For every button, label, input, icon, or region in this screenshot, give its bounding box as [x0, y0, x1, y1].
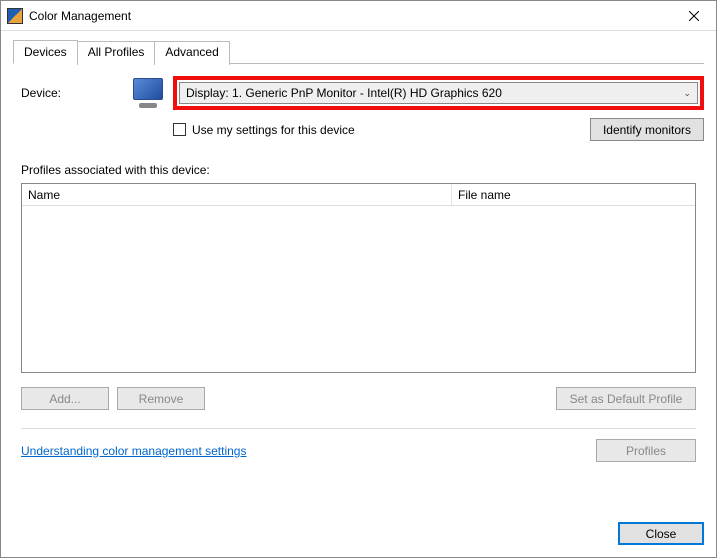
tab-advanced[interactable]: Advanced: [154, 41, 229, 65]
close-button-label: Close: [646, 527, 677, 541]
tab-all-profiles-label: All Profiles: [88, 45, 145, 59]
set-default-profile-button[interactable]: Set as Default Profile: [556, 387, 696, 410]
column-filename[interactable]: File name: [452, 188, 695, 202]
understanding-link-label: Understanding color management settings: [21, 444, 246, 458]
remove-button[interactable]: Remove: [117, 387, 205, 410]
dialog-footer: Close: [1, 510, 716, 557]
app-icon: [7, 8, 23, 24]
color-management-window: Color Management Devices All Profiles Ad…: [0, 0, 717, 558]
dialog-body: Devices All Profiles Advanced Device: Di…: [1, 31, 716, 510]
column-name-label: Name: [28, 188, 60, 202]
profile-buttons-row: Add... Remove Set as Default Profile: [21, 387, 696, 410]
identify-monitors-button[interactable]: Identify monitors: [590, 118, 704, 141]
use-my-settings-checkbox[interactable]: [173, 123, 186, 136]
tab-devices-label: Devices: [24, 45, 67, 59]
add-button-label: Add...: [49, 392, 80, 406]
close-button[interactable]: Close: [618, 522, 704, 545]
titlebar: Color Management: [1, 1, 716, 31]
column-name[interactable]: Name: [22, 184, 452, 205]
remove-button-label: Remove: [139, 392, 184, 406]
monitor-icon: [131, 78, 165, 108]
profiles-listview[interactable]: Name File name: [21, 183, 696, 373]
footer-row: Understanding color management settings …: [21, 439, 696, 462]
profiles-button[interactable]: Profiles: [596, 439, 696, 462]
tab-all-profiles[interactable]: All Profiles: [77, 41, 156, 65]
tab-advanced-label: Advanced: [165, 45, 218, 59]
device-dropdown-value: Display: 1. Generic PnP Monitor - Intel(…: [186, 86, 683, 100]
use-my-settings-label: Use my settings for this device: [192, 123, 355, 137]
highlight-annotation: Display: 1. Generic PnP Monitor - Intel(…: [173, 76, 704, 110]
chevron-down-icon: ⌄: [683, 88, 691, 99]
separator: [21, 428, 696, 429]
listview-header: Name File name: [22, 184, 695, 206]
device-label: Device:: [13, 86, 123, 100]
profiles-associated-label: Profiles associated with this device:: [21, 163, 704, 177]
close-window-button[interactable]: [672, 1, 716, 31]
use-settings-row: Use my settings for this device Identify…: [173, 118, 704, 141]
add-button[interactable]: Add...: [21, 387, 109, 410]
profiles-button-label: Profiles: [626, 444, 666, 458]
tab-strip: Devices All Profiles Advanced: [13, 39, 704, 64]
device-dropdown[interactable]: Display: 1. Generic PnP Monitor - Intel(…: [179, 82, 698, 104]
set-default-label: Set as Default Profile: [570, 392, 683, 406]
tab-devices[interactable]: Devices: [13, 40, 78, 64]
column-filename-label: File name: [458, 188, 511, 202]
device-row: Device: Display: 1. Generic PnP Monitor …: [13, 76, 704, 110]
window-title: Color Management: [29, 9, 672, 23]
close-icon: [689, 11, 699, 21]
identify-monitors-label: Identify monitors: [603, 123, 691, 137]
understanding-link[interactable]: Understanding color management settings: [21, 444, 246, 458]
